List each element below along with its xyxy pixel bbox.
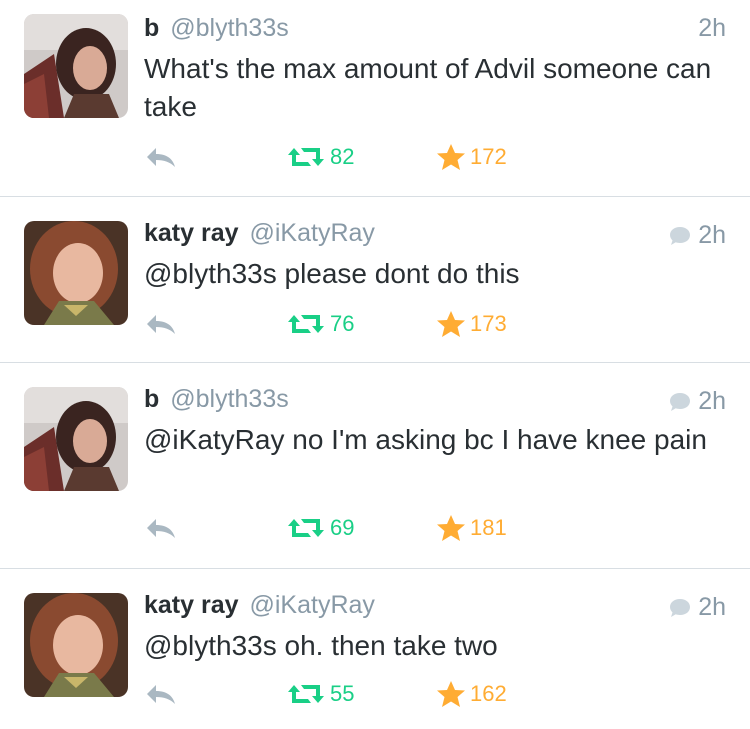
timestamp: 2h xyxy=(698,14,726,43)
speech-bubble-icon xyxy=(670,226,691,245)
favorite-count: 172 xyxy=(470,144,507,169)
timestamp-text: 2h xyxy=(698,387,726,415)
reply-icon xyxy=(147,685,175,704)
retweet-count: 76 xyxy=(330,311,355,336)
retweet-button[interactable]: 55 xyxy=(286,679,354,709)
reply-icon xyxy=(147,315,175,334)
reply-button[interactable] xyxy=(144,309,178,339)
reply-icon xyxy=(147,148,175,167)
avatar[interactable] xyxy=(24,221,128,325)
retweet-count: 55 xyxy=(330,681,355,706)
tweet-text: What's the max amount of Advil someone c… xyxy=(144,53,712,122)
reply-icon xyxy=(147,519,175,538)
favorite-count: 181 xyxy=(470,515,507,540)
speech-bubble-icon xyxy=(670,598,691,617)
retweet-count: 69 xyxy=(330,515,355,540)
tweet-header: katy ray @iKatyRay xyxy=(144,591,375,620)
favorite-count: 173 xyxy=(470,311,507,336)
timestamp-text: 2h xyxy=(698,14,726,42)
retweet-icon xyxy=(288,519,324,537)
tweet-text: @blyth33s please dont do this xyxy=(144,258,520,289)
retweet-icon xyxy=(288,315,324,333)
favorite-button[interactable]: 173 xyxy=(436,309,507,339)
tweet-actions: 55 162 xyxy=(144,679,544,709)
timestamp: 2h xyxy=(668,387,726,416)
retweet-button[interactable]: 69 xyxy=(286,513,354,543)
retweet-icon xyxy=(288,685,324,703)
user-handle[interactable]: @iKatyRay xyxy=(249,591,374,619)
tweet-actions: 82 172 xyxy=(144,142,544,172)
tweet-actions: 69 181 xyxy=(144,513,544,543)
tweet-header: katy ray @iKatyRay xyxy=(144,219,375,248)
star-icon xyxy=(437,144,465,170)
user-handle[interactable]: @blyth33s xyxy=(170,385,289,413)
tweet[interactable]: katy ray @iKatyRay 2h @blyth33s oh. then… xyxy=(0,569,750,729)
favorite-button[interactable]: 172 xyxy=(436,142,507,172)
tweet-timeline: b @blyth33s 2h What's the max amount of … xyxy=(0,0,750,729)
timestamp-text: 2h xyxy=(698,221,726,249)
avatar[interactable] xyxy=(24,387,128,491)
favorite-button[interactable]: 162 xyxy=(436,679,507,709)
avatar[interactable] xyxy=(24,593,128,697)
tweet[interactable]: katy ray @iKatyRay 2h @blyth33s please d… xyxy=(0,197,750,362)
retweet-button[interactable]: 76 xyxy=(286,309,354,339)
favorite-count: 162 xyxy=(470,681,507,706)
star-icon xyxy=(437,311,465,337)
reply-button[interactable] xyxy=(144,142,178,172)
reply-button[interactable] xyxy=(144,513,178,543)
tweet[interactable]: b @blyth33s 2h @iKatyRay no I'm asking b… xyxy=(0,363,750,568)
reply-button[interactable] xyxy=(144,679,178,709)
display-name[interactable]: b xyxy=(144,385,159,413)
timestamp: 2h xyxy=(668,221,726,250)
retweet-button[interactable]: 82 xyxy=(286,142,354,172)
tweet-actions: 76 173 xyxy=(144,309,544,339)
tweet-text: @iKatyRay no I'm asking bc I have knee p… xyxy=(144,424,707,455)
avatar[interactable] xyxy=(24,14,128,118)
retweet-count: 82 xyxy=(330,144,355,169)
user-handle[interactable]: @blyth33s xyxy=(170,14,289,42)
tweet-header: b @blyth33s xyxy=(144,385,289,414)
star-icon xyxy=(437,515,465,541)
star-icon xyxy=(437,681,465,707)
user-handle[interactable]: @iKatyRay xyxy=(249,219,374,247)
retweet-icon xyxy=(288,148,324,166)
timestamp: 2h xyxy=(668,593,726,622)
timestamp-text: 2h xyxy=(698,593,726,621)
display-name[interactable]: b xyxy=(144,14,159,42)
speech-bubble-icon xyxy=(670,392,691,411)
display-name[interactable]: katy ray xyxy=(144,591,239,619)
display-name[interactable]: katy ray xyxy=(144,219,239,247)
tweet-text: @blyth33s oh. then take two xyxy=(144,630,498,661)
tweet-header: b @blyth33s xyxy=(144,14,289,43)
favorite-button[interactable]: 181 xyxy=(436,513,507,543)
tweet[interactable]: b @blyth33s 2h What's the max amount of … xyxy=(0,0,750,196)
